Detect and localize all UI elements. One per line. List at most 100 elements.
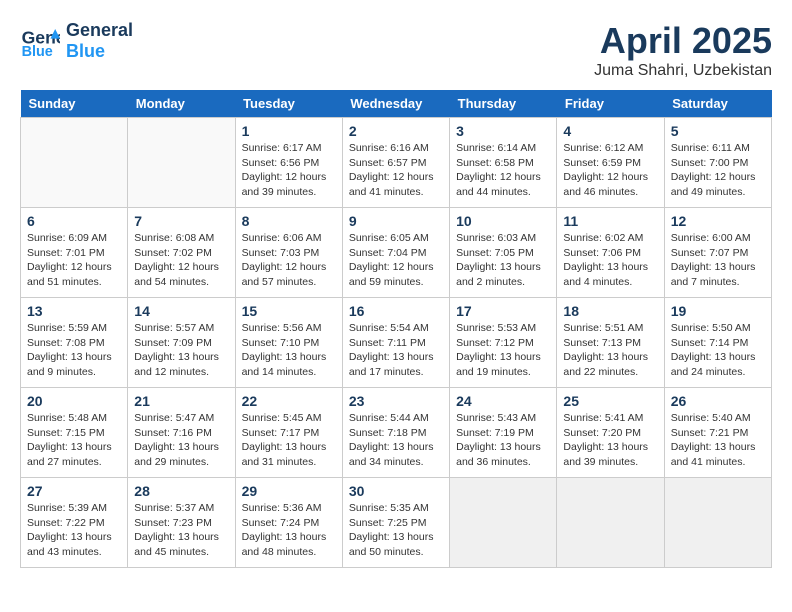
location: Juma Shahri, Uzbekistan bbox=[594, 62, 772, 80]
day-info: Sunrise: 6:00 AM Sunset: 7:07 PM Dayligh… bbox=[671, 231, 765, 290]
day-info: Sunrise: 5:35 AM Sunset: 7:25 PM Dayligh… bbox=[349, 501, 443, 560]
calendar-cell: 25 Sunrise: 5:41 AM Sunset: 7:20 PM Dayli… bbox=[557, 388, 664, 478]
day-info: Sunrise: 5:47 AM Sunset: 7:16 PM Dayligh… bbox=[134, 411, 228, 470]
month-title: April 2025 bbox=[594, 20, 772, 62]
title-block: April 2025 Juma Shahri, Uzbekistan bbox=[594, 20, 772, 80]
day-number: 30 bbox=[349, 483, 443, 499]
calendar-cell: 12 Sunrise: 6:00 AM Sunset: 7:07 PM Dayli… bbox=[664, 208, 771, 298]
calendar-week-row: 13Sunrise: 5:59 AM Sunset: 7:08 PM Dayli… bbox=[21, 298, 772, 388]
day-number: 11 bbox=[563, 213, 657, 229]
day-info: Sunrise: 6:12 AM Sunset: 6:59 PM Dayligh… bbox=[563, 141, 657, 200]
weekday-header: Saturday bbox=[664, 90, 771, 118]
calendar-cell: 17 Sunrise: 5:53 AM Sunset: 7:12 PM Dayli… bbox=[450, 298, 557, 388]
day-number: 5 bbox=[671, 123, 765, 139]
day-number: 7 bbox=[134, 213, 228, 229]
calendar-cell: 21 Sunrise: 5:47 AM Sunset: 7:16 PM Dayli… bbox=[128, 388, 235, 478]
day-number: 4 bbox=[563, 123, 657, 139]
logo-icon: General Blue bbox=[20, 21, 60, 61]
day-info: Sunrise: 5:53 AM Sunset: 7:12 PM Dayligh… bbox=[456, 321, 550, 380]
weekday-header: Monday bbox=[128, 90, 235, 118]
day-info: Sunrise: 5:40 AM Sunset: 7:21 PM Dayligh… bbox=[671, 411, 765, 470]
logo-general: General bbox=[66, 20, 133, 41]
day-number: 10 bbox=[456, 213, 550, 229]
calendar-week-row: 20 Sunrise: 5:48 AM Sunset: 7:15 PM Dayli… bbox=[21, 388, 772, 478]
calendar-cell: 15 Sunrise: 5:56 AM Sunset: 7:10 PM Dayli… bbox=[235, 298, 342, 388]
day-number: 16 bbox=[349, 303, 443, 319]
calendar-cell: 10 Sunrise: 6:03 AM Sunset: 7:05 PM Dayli… bbox=[450, 208, 557, 298]
calendar-cell: 5Sunrise: 6:11 AM Sunset: 7:00 PM Daylig… bbox=[664, 118, 771, 208]
calendar-cell: 7 Sunrise: 6:08 AM Sunset: 7:02 PM Daylig… bbox=[128, 208, 235, 298]
day-number: 21 bbox=[134, 393, 228, 409]
day-number: 3 bbox=[456, 123, 550, 139]
day-info: Sunrise: 5:56 AM Sunset: 7:10 PM Dayligh… bbox=[242, 321, 336, 380]
day-info: Sunrise: 5:45 AM Sunset: 7:17 PM Dayligh… bbox=[242, 411, 336, 470]
day-number: 2 bbox=[349, 123, 443, 139]
calendar-week-row: 27 Sunrise: 5:39 AM Sunset: 7:22 PM Dayli… bbox=[21, 478, 772, 568]
logo-blue: Blue bbox=[66, 41, 133, 62]
day-number: 26 bbox=[671, 393, 765, 409]
day-number: 24 bbox=[456, 393, 550, 409]
calendar-cell bbox=[450, 478, 557, 568]
day-number: 15 bbox=[242, 303, 336, 319]
day-info: Sunrise: 6:09 AM Sunset: 7:01 PM Dayligh… bbox=[27, 231, 121, 290]
day-info: Sunrise: 5:43 AM Sunset: 7:19 PM Dayligh… bbox=[456, 411, 550, 470]
day-number: 12 bbox=[671, 213, 765, 229]
day-number: 6 bbox=[27, 213, 121, 229]
day-number: 20 bbox=[27, 393, 121, 409]
day-info: Sunrise: 6:16 AM Sunset: 6:57 PM Dayligh… bbox=[349, 141, 443, 200]
day-number: 27 bbox=[27, 483, 121, 499]
calendar-cell: 27 Sunrise: 5:39 AM Sunset: 7:22 PM Dayli… bbox=[21, 478, 128, 568]
calendar-cell: 2 Sunrise: 6:16 AM Sunset: 6:57 PM Daylig… bbox=[342, 118, 449, 208]
calendar-table: SundayMondayTuesdayWednesdayThursdayFrid… bbox=[20, 90, 772, 568]
calendar-cell: 4 Sunrise: 6:12 AM Sunset: 6:59 PM Daylig… bbox=[557, 118, 664, 208]
day-info: Sunrise: 6:17 AM Sunset: 6:56 PM Dayligh… bbox=[242, 141, 336, 200]
day-number: 14 bbox=[134, 303, 228, 319]
calendar-cell: 26 Sunrise: 5:40 AM Sunset: 7:21 PM Dayli… bbox=[664, 388, 771, 478]
day-info: Sunrise: 6:05 AM Sunset: 7:04 PM Dayligh… bbox=[349, 231, 443, 290]
day-info: Sunrise: 6:02 AM Sunset: 7:06 PM Dayligh… bbox=[563, 231, 657, 290]
weekday-header-row: SundayMondayTuesdayWednesdayThursdayFrid… bbox=[21, 90, 772, 118]
calendar-cell: 1 Sunrise: 6:17 AM Sunset: 6:56 PM Daylig… bbox=[235, 118, 342, 208]
calendar-week-row: 6 Sunrise: 6:09 AM Sunset: 7:01 PM Daylig… bbox=[21, 208, 772, 298]
calendar-cell: 24 Sunrise: 5:43 AM Sunset: 7:19 PM Dayli… bbox=[450, 388, 557, 478]
calendar-cell: 16Sunrise: 5:54 AM Sunset: 7:11 PM Dayli… bbox=[342, 298, 449, 388]
day-number: 19 bbox=[671, 303, 765, 319]
day-info: Sunrise: 6:06 AM Sunset: 7:03 PM Dayligh… bbox=[242, 231, 336, 290]
day-info: Sunrise: 5:50 AM Sunset: 7:14 PM Dayligh… bbox=[671, 321, 765, 380]
day-info: Sunrise: 5:44 AM Sunset: 7:18 PM Dayligh… bbox=[349, 411, 443, 470]
day-number: 17 bbox=[456, 303, 550, 319]
day-number: 1 bbox=[242, 123, 336, 139]
calendar-cell: 13Sunrise: 5:59 AM Sunset: 7:08 PM Dayli… bbox=[21, 298, 128, 388]
calendar-cell: 28 Sunrise: 5:37 AM Sunset: 7:23 PM Dayli… bbox=[128, 478, 235, 568]
calendar-cell: 8 Sunrise: 6:06 AM Sunset: 7:03 PM Daylig… bbox=[235, 208, 342, 298]
calendar-cell bbox=[664, 478, 771, 568]
day-info: Sunrise: 5:39 AM Sunset: 7:22 PM Dayligh… bbox=[27, 501, 121, 560]
calendar-cell: 3Sunrise: 6:14 AM Sunset: 6:58 PM Daylig… bbox=[450, 118, 557, 208]
calendar-cell: 11 Sunrise: 6:02 AM Sunset: 7:06 PM Dayli… bbox=[557, 208, 664, 298]
calendar-cell: 30 Sunrise: 5:35 AM Sunset: 7:25 PM Dayli… bbox=[342, 478, 449, 568]
calendar-cell bbox=[128, 118, 235, 208]
calendar-cell: 29Sunrise: 5:36 AM Sunset: 7:24 PM Dayli… bbox=[235, 478, 342, 568]
day-info: Sunrise: 5:36 AM Sunset: 7:24 PM Dayligh… bbox=[242, 501, 336, 560]
calendar-cell: 23Sunrise: 5:44 AM Sunset: 7:18 PM Dayli… bbox=[342, 388, 449, 478]
svg-text:Blue: Blue bbox=[22, 44, 53, 60]
day-info: Sunrise: 5:41 AM Sunset: 7:20 PM Dayligh… bbox=[563, 411, 657, 470]
day-number: 8 bbox=[242, 213, 336, 229]
weekday-header: Friday bbox=[557, 90, 664, 118]
day-info: Sunrise: 6:08 AM Sunset: 7:02 PM Dayligh… bbox=[134, 231, 228, 290]
day-info: Sunrise: 5:59 AM Sunset: 7:08 PM Dayligh… bbox=[27, 321, 121, 380]
calendar-cell: 19 Sunrise: 5:50 AM Sunset: 7:14 PM Dayli… bbox=[664, 298, 771, 388]
page-header: General Blue General Blue April 2025 Jum… bbox=[20, 20, 772, 80]
day-number: 25 bbox=[563, 393, 657, 409]
weekday-header: Tuesday bbox=[235, 90, 342, 118]
weekday-header: Thursday bbox=[450, 90, 557, 118]
logo: General Blue General Blue bbox=[20, 20, 133, 62]
day-info: Sunrise: 5:48 AM Sunset: 7:15 PM Dayligh… bbox=[27, 411, 121, 470]
day-info: Sunrise: 6:03 AM Sunset: 7:05 PM Dayligh… bbox=[456, 231, 550, 290]
day-info: Sunrise: 5:37 AM Sunset: 7:23 PM Dayligh… bbox=[134, 501, 228, 560]
day-number: 28 bbox=[134, 483, 228, 499]
calendar-cell: 18Sunrise: 5:51 AM Sunset: 7:13 PM Dayli… bbox=[557, 298, 664, 388]
day-number: 9 bbox=[349, 213, 443, 229]
calendar-cell: 22Sunrise: 5:45 AM Sunset: 7:17 PM Dayli… bbox=[235, 388, 342, 478]
calendar-cell bbox=[557, 478, 664, 568]
